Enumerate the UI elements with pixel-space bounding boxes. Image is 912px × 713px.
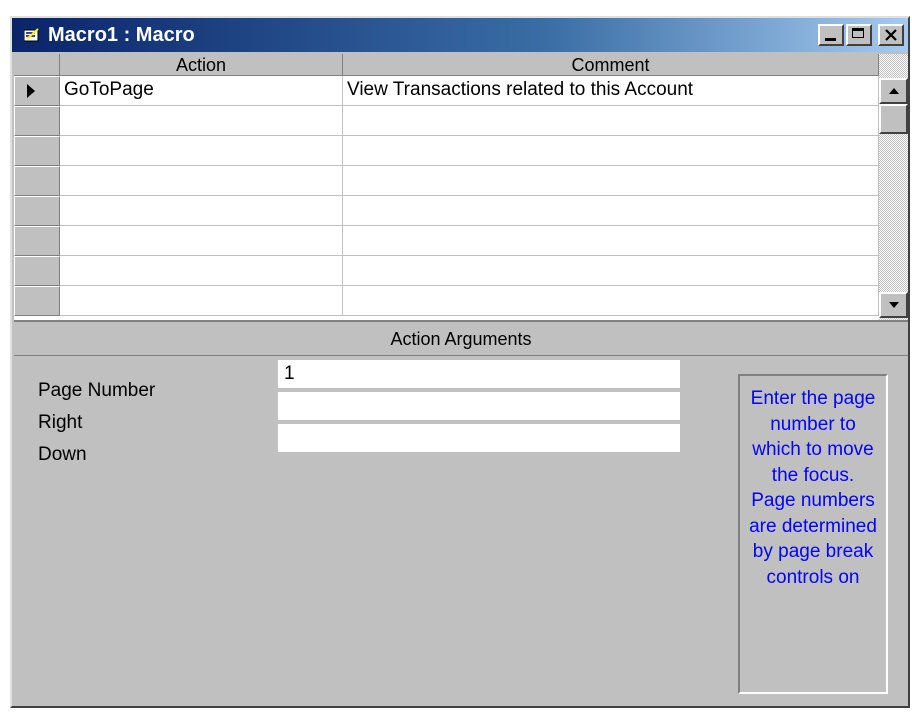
scroll-up-button[interactable]	[879, 78, 908, 104]
comment-cell[interactable]	[343, 166, 879, 196]
action-cell[interactable]	[60, 256, 343, 286]
row-selector[interactable]	[14, 286, 60, 316]
row-selector[interactable]	[14, 196, 60, 226]
minimize-icon[interactable]	[818, 24, 844, 46]
scroll-down-arrow-icon	[889, 302, 899, 308]
macro-grid: Action Comment GoToPage View Transaction…	[14, 54, 908, 322]
column-header-comment: Comment	[343, 54, 879, 76]
macro-app-icon[interactable]	[23, 28, 40, 42]
action-cell[interactable]: GoToPage	[60, 76, 343, 106]
action-cell[interactable]	[60, 166, 343, 196]
comment-cell[interactable]	[343, 196, 879, 226]
scroll-down-button[interactable]	[879, 292, 908, 318]
help-text-panel: Enter the page number to which to move t…	[738, 374, 888, 694]
column-header-action: Action	[60, 54, 343, 76]
row-selector[interactable]	[14, 106, 60, 136]
right-label: Right	[38, 412, 83, 433]
window-title: Macro1 : Macro	[48, 24, 195, 46]
comment-cell[interactable]: View Transactions related to this Accoun…	[343, 76, 879, 106]
row-selector[interactable]	[14, 136, 60, 166]
action-cell[interactable]	[60, 136, 343, 166]
maximize-icon[interactable]	[846, 24, 872, 46]
title-bar[interactable]: Macro1 : Macro	[12, 18, 908, 52]
comment-cell[interactable]	[343, 136, 879, 166]
row-selector[interactable]	[14, 226, 60, 256]
action-arguments-header: Action Arguments	[14, 322, 908, 356]
action-cell[interactable]	[60, 226, 343, 256]
vertical-scrollbar[interactable]	[879, 54, 908, 320]
row-selector[interactable]	[14, 256, 60, 286]
comment-cell[interactable]	[343, 226, 879, 256]
scroll-up-arrow-icon	[889, 88, 899, 94]
comment-cell[interactable]	[343, 286, 879, 316]
grid-corner[interactable]	[14, 54, 60, 76]
macro-window: Macro1 : Macro Action Comment GoToPage V…	[10, 16, 910, 708]
page-number-input[interactable]	[278, 360, 680, 388]
comment-cell[interactable]	[343, 256, 879, 286]
row-selector[interactable]	[14, 76, 60, 106]
down-label: Down	[38, 444, 87, 465]
down-input[interactable]	[278, 424, 680, 452]
row-selector[interactable]	[14, 166, 60, 196]
action-cell[interactable]	[60, 286, 343, 316]
current-row-arrow-icon	[27, 84, 35, 98]
close-icon[interactable]	[878, 24, 904, 46]
page-number-label: Page Number	[38, 380, 156, 401]
scroll-thumb[interactable]	[879, 104, 908, 134]
action-cell[interactable]	[60, 106, 343, 136]
comment-cell[interactable]	[343, 106, 879, 136]
action-cell[interactable]	[60, 196, 343, 226]
right-input[interactable]	[278, 392, 680, 420]
